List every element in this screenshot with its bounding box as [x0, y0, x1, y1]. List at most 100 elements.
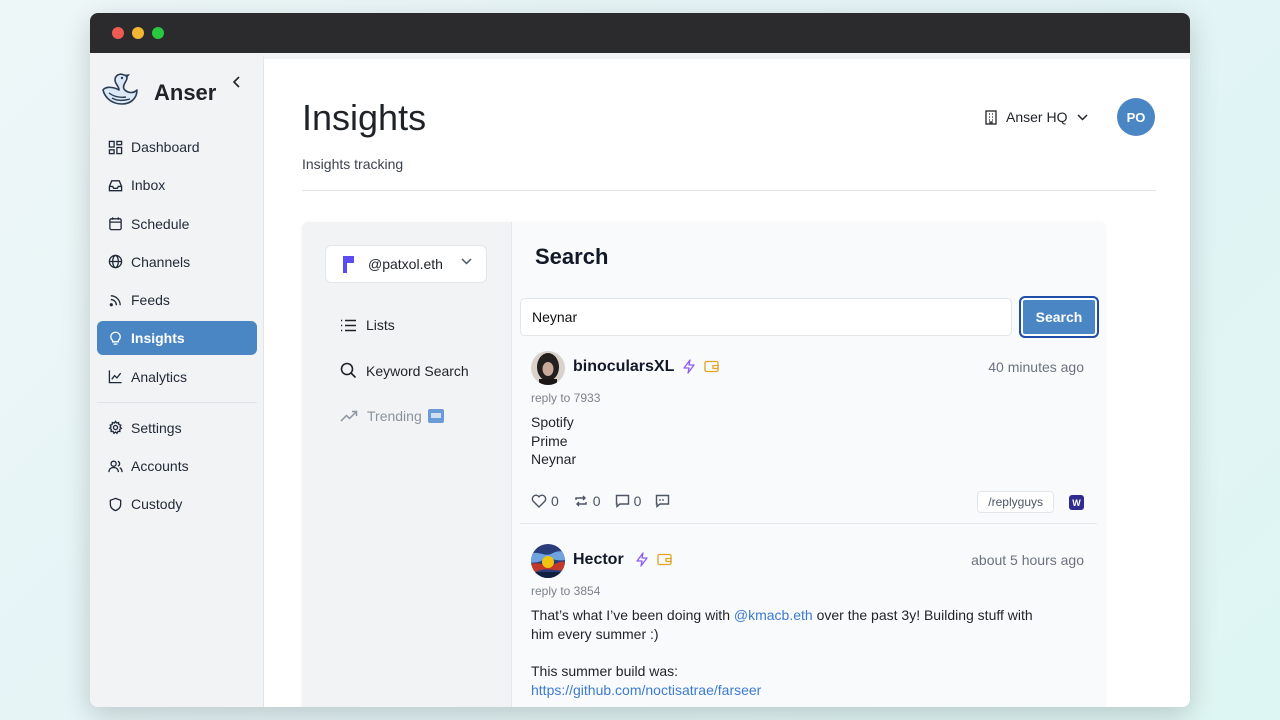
insights-link-trending[interactable]: Trending [340, 408, 444, 424]
cast-timestamp: about 5 hours ago [971, 552, 1084, 568]
cast-text: Spotify Prime Neynar [531, 413, 1071, 469]
sidebar-item-label: Inbox [131, 177, 166, 194]
close-window-button[interactable] [112, 27, 124, 39]
reply-button[interactable]: 0 [615, 493, 642, 509]
user-avatar[interactable]: PO [1117, 98, 1155, 136]
cast-text-line: Prime [531, 432, 568, 449]
wallet-icon [704, 360, 719, 373]
cast-actions: 0 0 0 [531, 493, 688, 509]
workspace-name: Anser HQ [1006, 109, 1068, 125]
wallet-icon [657, 553, 672, 566]
collapse-sidebar-icon[interactable] [232, 75, 242, 91]
sidebar-item-custody[interactable]: Custody [97, 487, 257, 521]
chevron-down-icon [1077, 113, 1088, 121]
cast-reply-to[interactable]: reply to 7933 [531, 391, 600, 405]
sidebar-item-dashboard[interactable]: Dashboard [97, 130, 257, 164]
sidebar-item-label: Analytics [131, 368, 188, 385]
brand[interactable]: Anser [100, 71, 216, 114]
cast-text-segment: That’s what I’ve been doing with [531, 607, 734, 623]
chart-icon [108, 370, 122, 384]
swan-logo-icon [100, 71, 140, 114]
cast-badges [682, 359, 719, 374]
list-icon [341, 319, 356, 331]
rss-icon [109, 294, 121, 306]
trending-icon [340, 410, 358, 422]
main-content: Insights Insights tracking Anser HQ PO @… [263, 53, 1190, 707]
search-title: Search [535, 244, 609, 269]
cast-item[interactable]: Hector about 5 hours ago reply to 3854 T… [520, 544, 1097, 707]
cast-badges [635, 552, 672, 567]
account-selector[interactable]: @patxol.eth [325, 245, 487, 283]
recast-button[interactable]: 0 [573, 493, 601, 509]
sidebar-divider [97, 401, 257, 403]
cast-username[interactable]: binocularsXL [573, 358, 674, 376]
cast-text-line: That’s what I’ve been doing with @kmacb.… [531, 606, 1071, 625]
page-title: Insights [302, 97, 427, 138]
sidebar-item-inbox[interactable]: Inbox [97, 168, 257, 202]
warpcast-badge[interactable]: W [1069, 495, 1084, 510]
building-icon [985, 109, 997, 125]
cast-reply-to[interactable]: reply to 3854 [531, 584, 600, 598]
sidebar: Anser Dashboard Inbox Schedule Channels [90, 53, 263, 707]
cast-link[interactable]: https://github.com/noctisatrae/farseer [531, 681, 1071, 700]
cast-text: That’s what I’ve been doing with @kmacb.… [531, 606, 1071, 700]
shield-icon [109, 497, 122, 512]
header-divider [302, 190, 1156, 191]
dashboard-icon [108, 140, 123, 154]
cast-username[interactable]: Hector [573, 551, 624, 569]
quote-button[interactable] [655, 494, 674, 508]
sidebar-item-label: Schedule [131, 215, 190, 232]
insights-link-label: Keyword Search [366, 362, 469, 379]
sidebar-item-settings[interactable]: Settings [97, 411, 257, 445]
sidebar-item-channels[interactable]: Channels [97, 245, 257, 279]
cast-divider [520, 523, 1097, 524]
workspace-selector[interactable]: Anser HQ [984, 109, 1096, 125]
farcaster-icon [343, 255, 354, 273]
like-count: 0 [551, 493, 559, 509]
heart-icon [531, 494, 547, 508]
search-icon [340, 362, 357, 379]
comment-icon [615, 494, 629, 508]
search-input[interactable] [520, 298, 1012, 336]
minimize-window-button[interactable] [132, 27, 144, 39]
brand-name: Anser [154, 79, 217, 105]
insights-link-label: Trending [367, 408, 422, 424]
sidebar-item-analytics[interactable]: Analytics [97, 360, 257, 394]
sidebar-nav: Dashboard Inbox Schedule Channels Feeds … [97, 130, 257, 526]
insights-panel: @patxol.eth Lists Keyword Search Trendin… [302, 222, 1105, 707]
channel-tag[interactable]: /replyguys [977, 491, 1054, 513]
insights-link-keyword-search[interactable]: Keyword Search [340, 362, 469, 379]
cast-timestamp: 40 minutes ago [988, 359, 1084, 375]
insights-link-label: Lists [366, 317, 395, 333]
recast-icon [575, 495, 587, 507]
maximize-window-button[interactable] [152, 27, 164, 39]
sidebar-item-label: Dashboard [131, 139, 200, 155]
sidebar-item-feeds[interactable]: Feeds [97, 283, 257, 317]
sidebar-item-label: Accounts [131, 458, 189, 475]
sidebar-item-label: Feeds [131, 292, 170, 309]
mention-link[interactable]: @kmacb.eth [734, 607, 813, 623]
sidebar-item-accounts[interactable]: Accounts [97, 449, 257, 483]
app-window: Anser Dashboard Inbox Schedule Channels [90, 13, 1190, 707]
sidebar-item-schedule[interactable]: Schedule [97, 207, 257, 241]
insights-link-lists[interactable]: Lists [340, 317, 395, 333]
quote-icon [656, 494, 670, 508]
gear-icon [108, 420, 123, 435]
lightbulb-icon [110, 331, 121, 345]
account-handle: @patxol.eth [368, 256, 443, 272]
like-button[interactable]: 0 [531, 493, 559, 509]
page-subtitle: Insights tracking [302, 156, 404, 172]
new-badge-icon [427, 409, 444, 423]
cast-text-line: him every summer :) [531, 625, 659, 642]
cast-text-line: Spotify [531, 414, 574, 430]
reply-count: 0 [633, 493, 642, 509]
calendar-icon [109, 217, 122, 231]
sidebar-item-label: Insights [131, 330, 185, 347]
cast-item[interactable]: binocularsXL 40 minutes ago reply to 793… [520, 351, 1097, 525]
globe-icon [108, 255, 123, 269]
sidebar-item-insights[interactable]: Insights [97, 321, 257, 356]
avatar[interactable] [531, 544, 565, 578]
cast-text-line: This summer build was: [531, 663, 679, 680]
search-button[interactable]: Search [1019, 296, 1099, 338]
avatar[interactable] [531, 351, 565, 385]
